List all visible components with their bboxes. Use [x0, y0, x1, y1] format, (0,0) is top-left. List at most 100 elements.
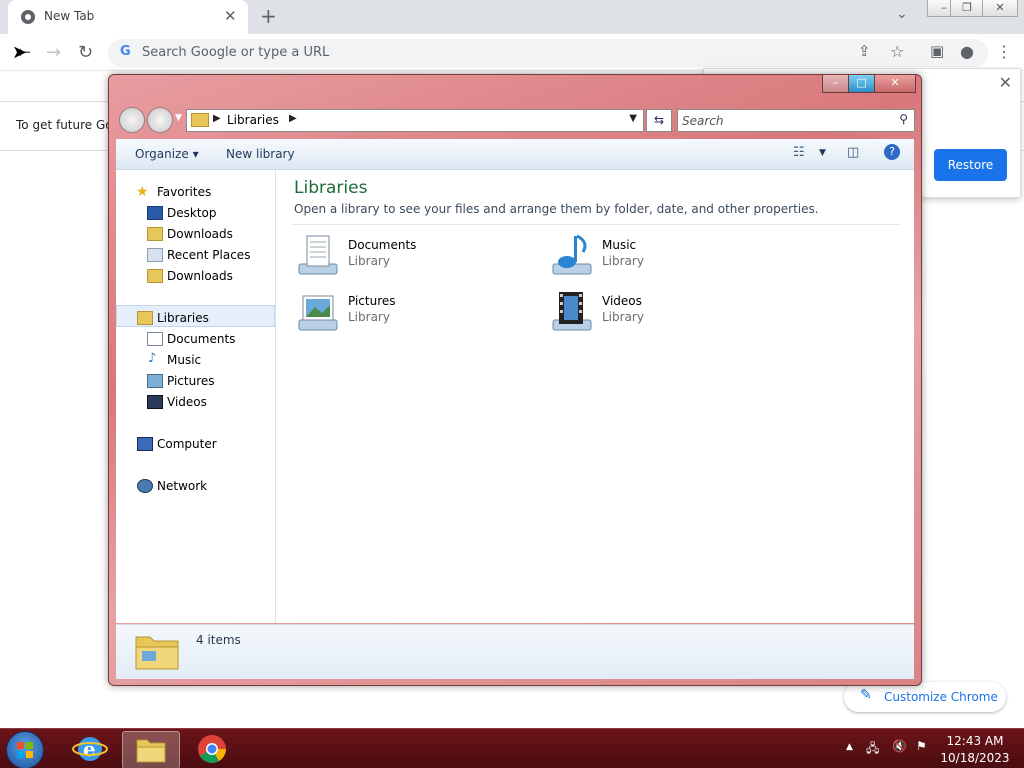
pictures-library-icon [298, 295, 338, 331]
start-button[interactable] [6, 731, 44, 768]
new-tab-button[interactable]: + [260, 4, 277, 28]
chrome-icon [198, 735, 226, 763]
nav-libraries[interactable]: Libraries [157, 311, 209, 325]
help-icon[interactable]: ? [884, 144, 900, 160]
customize-chrome-button[interactable]: ✎ Customize Chrome [844, 682, 1006, 712]
bookmark-star-icon[interactable]: ☆ [890, 42, 904, 61]
music-library-icon [552, 234, 592, 275]
side-panel-icon[interactable]: ▣ [930, 42, 944, 60]
downloads-folder-icon [147, 227, 163, 241]
library-type: Library [348, 254, 390, 268]
recent-pages-chevron-icon[interactable]: ▼ [175, 113, 182, 123]
customize-chrome-label: Customize Chrome [884, 690, 998, 704]
share-icon[interactable]: ⇪ [858, 42, 871, 60]
clock-date[interactable]: 10/18/2023 [940, 751, 1010, 765]
nav-downloads-2[interactable]: Downloads [167, 269, 233, 283]
nav-computer[interactable]: Computer [157, 437, 217, 451]
tab-close-icon[interactable]: ✕ [224, 7, 237, 25]
tray-expand-icon[interactable]: ▲ [846, 742, 853, 752]
desktop-icon [147, 206, 163, 220]
restore-close-icon[interactable]: ✕ [999, 73, 1012, 92]
taskbar-internet-explorer[interactable]: e [62, 731, 118, 767]
library-item-documents[interactable]: Documents Library [295, 232, 535, 282]
nav-downloads[interactable]: Downloads [167, 227, 233, 241]
libraries-large-folder-icon [135, 636, 179, 670]
explorer-content: ★ Favorites Desktop Downloads Recent Pla… [116, 170, 914, 623]
explorer-maximize-button[interactable]: □ [848, 75, 875, 93]
breadcrumb-arrow-icon[interactable]: ▶ [213, 113, 221, 124]
chrome-tab-new-tab[interactable]: New Tab ✕ [8, 0, 248, 34]
clock-time[interactable]: 12:43 AM [940, 734, 1010, 748]
explorer-back-button[interactable] [119, 107, 145, 133]
nav-documents[interactable]: Documents [167, 332, 235, 346]
chrome-tab-strip: New Tab ✕ + ⌄ – ❐ ✕ [0, 0, 1024, 34]
svg-text:e: e [83, 737, 96, 761]
downloads-folder-icon [147, 269, 163, 283]
infobar-text: To get future Go [16, 118, 113, 132]
library-item-music[interactable]: Music Library [549, 232, 789, 282]
explorer-forward-button[interactable] [147, 107, 173, 133]
chrome-maximize-button[interactable]: ❐ [950, 0, 984, 17]
change-view-icon[interactable]: ☷ [793, 145, 805, 160]
nav-recent-places[interactable]: Recent Places [167, 248, 250, 262]
network-tray-icon[interactable]: 🖧 [866, 739, 879, 760]
nav-music[interactable]: Music [167, 353, 201, 367]
profile-icon[interactable]: ● [960, 42, 974, 61]
nav-favorites[interactable]: Favorites [157, 185, 211, 199]
tab-search-chevron-icon[interactable]: ⌄ [896, 6, 908, 22]
library-item-videos[interactable]: Videos Library [549, 288, 789, 338]
taskbar-windows-explorer[interactable] [122, 731, 180, 768]
nav-desktop[interactable]: Desktop [167, 206, 217, 220]
documents-icon [147, 332, 163, 346]
libraries-folder-icon [191, 113, 209, 127]
chrome-menu-icon[interactable]: ⋮ [996, 42, 1012, 61]
reload-icon[interactable]: ↻ [78, 42, 93, 63]
nav-pictures[interactable]: Pictures [167, 374, 215, 388]
tab-title: New Tab [44, 9, 95, 23]
item-count: 4 items [196, 633, 241, 647]
chrome-close-button[interactable]: ✕ [982, 0, 1018, 17]
new-library-button[interactable]: New library [226, 147, 295, 161]
library-item-pictures[interactable]: Pictures Library [295, 288, 535, 338]
explorer-close-button[interactable]: ✕ [874, 75, 916, 93]
details-pane: 4 items [116, 624, 914, 679]
taskbar-chrome[interactable] [184, 731, 240, 767]
action-center-flag-icon[interactable]: ⚑ [916, 739, 927, 753]
forward-icon[interactable]: → [46, 42, 61, 63]
taskbar: e ▲ 🖧 🔇 ⚑ 12:43 AM 10/18/2023 [0, 728, 1024, 768]
search-icon[interactable]: ⚲ [899, 112, 908, 126]
view-dropdown-icon[interactable]: ▼ [819, 148, 826, 158]
page-title: Libraries [294, 178, 368, 198]
favorites-star-icon: ★ [136, 184, 149, 200]
organize-button[interactable]: Organize ▾ [135, 147, 199, 161]
breadcrumb-arrow-icon[interactable]: ▶ [289, 113, 297, 124]
explorer-minimize-button[interactable]: – [822, 75, 849, 93]
internet-explorer-icon: e [72, 737, 108, 761]
videos-library-icon [552, 292, 592, 331]
address-dropdown-icon[interactable]: ▼ [629, 113, 637, 124]
address-bar[interactable]: ▶ Libraries ▶ ▼ [186, 109, 644, 132]
preview-pane-icon[interactable]: ◫ [847, 145, 859, 160]
library-type: Library [602, 254, 644, 268]
windows-explorer-icon [136, 739, 166, 763]
music-icon: ♪ [148, 351, 157, 366]
page-subtitle: Open a library to see your files and arr… [294, 202, 819, 216]
refresh-button[interactable]: ⇆ [646, 109, 672, 132]
restore-button[interactable]: Restore [934, 149, 1007, 181]
libraries-icon [137, 311, 153, 325]
search-placeholder: Search [682, 114, 724, 128]
breadcrumb-libraries[interactable]: Libraries [227, 113, 279, 127]
library-name: Music [602, 238, 637, 252]
nav-videos[interactable]: Videos [167, 395, 207, 409]
mouse-cursor-icon: ➤ [12, 42, 28, 63]
omnibox[interactable]: G Search Google or type a URL [108, 39, 988, 67]
recent-places-icon [147, 248, 163, 262]
navigation-pane: ★ Favorites Desktop Downloads Recent Pla… [116, 170, 276, 623]
nav-network[interactable]: Network [157, 479, 207, 493]
computer-icon [137, 437, 153, 451]
explorer-window: – □ ✕ ▼ ▶ Libraries ▶ ▼ ⇆ Search ⚲ Organ… [108, 74, 922, 686]
search-box[interactable]: Search ⚲ [677, 109, 915, 132]
omnibox-placeholder: Search Google or type a URL [142, 45, 330, 60]
volume-muted-icon[interactable]: 🔇 [892, 739, 907, 753]
library-name: Pictures [348, 294, 396, 308]
